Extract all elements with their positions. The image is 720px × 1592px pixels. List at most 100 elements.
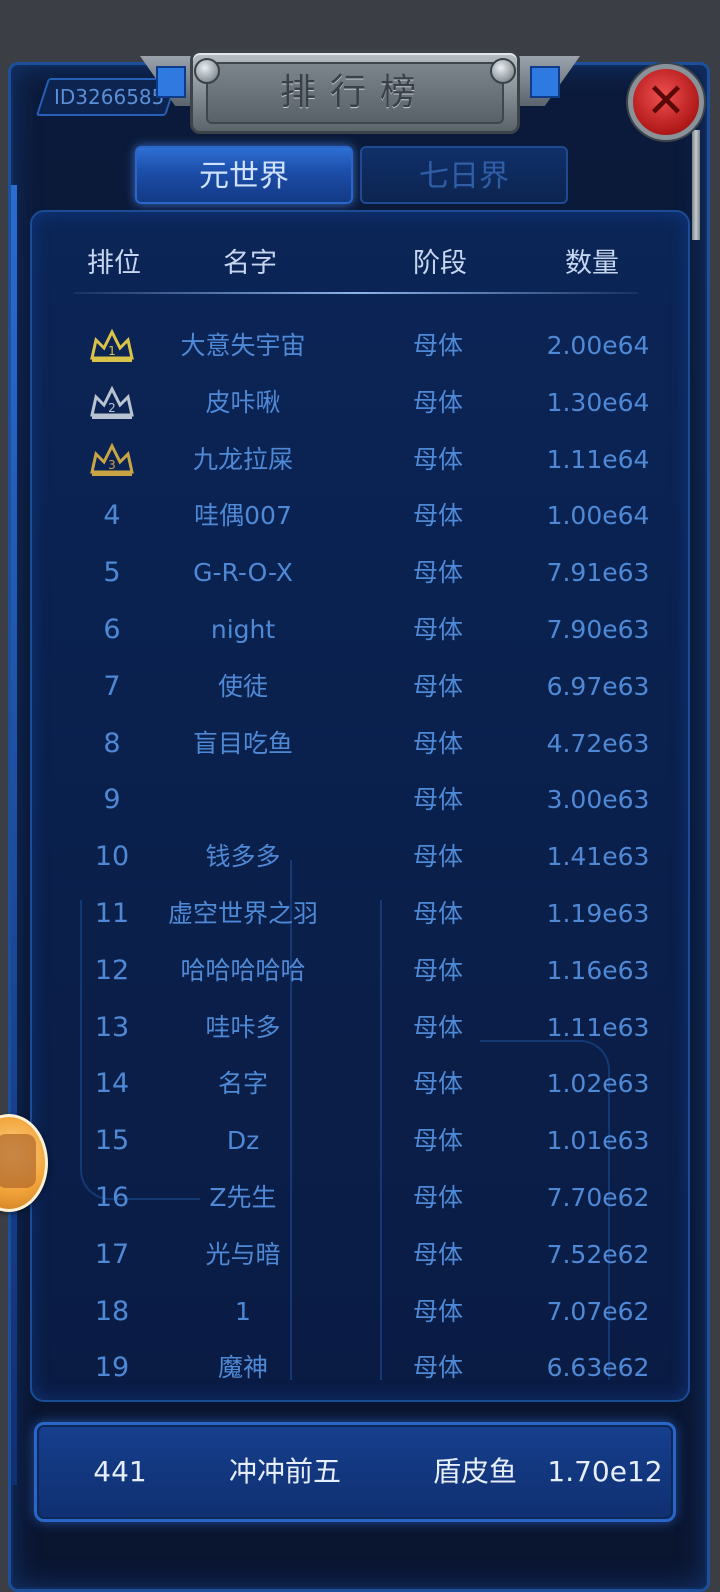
my-rank: 441 — [93, 1455, 147, 1488]
table-row[interactable]: 14 名字 母体 1.02e63 — [60, 1056, 660, 1112]
tab-seven-day-world[interactable]: 七日界 — [360, 146, 568, 204]
page-title: 排行榜 — [279, 72, 430, 113]
row-amount: 6.97e63 — [546, 671, 650, 701]
my-name: 冲冲前五 — [228, 1455, 341, 1488]
row-name: 盲目吃鱼 — [192, 728, 293, 758]
row-stage: 母体 — [412, 558, 463, 588]
row-rank: 4 — [103, 500, 121, 532]
row-stage: 母体 — [412, 1069, 463, 1099]
row-rank: 15 — [94, 1125, 130, 1157]
row-stage: 母体 — [412, 785, 463, 815]
row-stage: 母体 — [412, 955, 463, 985]
row-stage: 母体 — [412, 331, 463, 360]
crown-icon: 1 — [90, 328, 134, 362]
row-amount: 1.01e63 — [546, 1126, 650, 1156]
row-amount: 1.19e63 — [546, 899, 650, 928]
table-row[interactable]: 17 光与暗 母体 7.52e62 — [60, 1227, 660, 1283]
row-amount: 1.00e64 — [546, 501, 650, 531]
table-row[interactable]: 13 哇咔多 母体 1.11e63 — [60, 1000, 660, 1056]
tab-yuan-world[interactable]: 元世界 — [135, 146, 353, 204]
row-rank: 13 — [94, 1011, 130, 1043]
player-id: ID3266585 — [54, 85, 165, 109]
crown-rank-number: 1 — [108, 344, 116, 358]
crown-icon: 3 — [90, 442, 134, 476]
row-rank: 6 — [103, 614, 121, 645]
table-row[interactable]: 5 G-R-O-X 母体 7.91e63 — [60, 545, 660, 601]
close-button-rod — [692, 130, 700, 240]
row-amount: 7.90e63 — [546, 615, 650, 644]
row-name: 名字 — [217, 1069, 268, 1099]
table-row[interactable]: 12 哈哈哈哈哈 母体 1.16e63 — [60, 943, 660, 999]
row-stage: 母体 — [412, 1183, 463, 1212]
row-name: night — [210, 615, 276, 644]
header-amount: 数量 — [565, 248, 619, 279]
row-amount: 4.72e63 — [546, 728, 650, 758]
crown-rank-number: 2 — [108, 401, 116, 415]
table-row[interactable]: 16 Z先生 母体 7.70e62 — [60, 1170, 660, 1226]
row-amount: 1.41e63 — [546, 842, 650, 872]
table-row[interactable]: 18 1 母体 7.07e62 — [60, 1284, 660, 1340]
table-row[interactable]: 19 魔神 母体 6.63e62 — [60, 1340, 660, 1396]
row-name: 大意失宇宙 — [180, 331, 306, 360]
table-row[interactable]: 3 九龙拉屎 母体 1.11e64 — [60, 432, 660, 488]
row-name: G-R-O-X — [193, 558, 293, 588]
table-row[interactable]: 4 哇偶007 母体 1.00e64 — [60, 488, 660, 544]
crown-rank-number: 3 — [108, 458, 116, 472]
table-row[interactable]: 9 母体 3.00e63 — [60, 772, 660, 828]
row-stage: 母体 — [412, 671, 463, 701]
row-stage: 母体 — [412, 387, 463, 417]
table-row[interactable]: 15 Dz 母体 1.01e63 — [60, 1113, 660, 1169]
table-row[interactable]: 1 大意失宇宙 母体 2.00e64 — [60, 318, 660, 374]
row-name: 魔神 — [217, 1353, 268, 1383]
row-name: 哈哈哈哈哈 — [180, 955, 306, 985]
row-stage: 母体 — [412, 1296, 463, 1326]
header-divider — [74, 292, 638, 294]
row-amount: 3.00e63 — [546, 785, 650, 815]
row-rank: 18 — [94, 1295, 130, 1327]
row-stage: 母体 — [412, 728, 463, 758]
table-row[interactable]: 8 盲目吃鱼 母体 4.72e63 — [60, 716, 660, 772]
my-amount: 1.70e12 — [547, 1455, 663, 1488]
row-stage: 母体 — [412, 842, 463, 872]
table-row[interactable]: 2 皮咔啾 母体 1.30e64 — [60, 375, 660, 431]
row-rank: 7 — [103, 670, 121, 702]
row-name: 九龙拉屎 — [192, 444, 293, 474]
row-rank: 9 — [103, 784, 121, 816]
table-row[interactable]: 11 虚空世界之羽 母体 1.19e63 — [60, 886, 660, 942]
row-rank: 19 — [94, 1352, 130, 1384]
row-rank: 16 — [94, 1182, 130, 1213]
row-stage: 母体 — [412, 1239, 463, 1269]
row-rank: 5 — [103, 557, 121, 589]
row-stage: 母体 — [412, 501, 463, 531]
row-amount: 1.11e63 — [546, 1012, 650, 1042]
table-row[interactable]: 7 使徒 母体 6.97e63 — [60, 659, 660, 715]
row-name: 皮咔啾 — [205, 387, 281, 417]
row-amount: 7.07e62 — [546, 1296, 650, 1326]
row-stage: 母体 — [412, 615, 463, 644]
table-row[interactable]: 10 钱多多 母体 1.41e63 — [60, 829, 660, 885]
row-rank: 11 — [94, 898, 130, 929]
row-name: 1 — [235, 1296, 251, 1326]
row-amount: 6.63e62 — [546, 1353, 650, 1383]
header-rank: 排位 — [87, 248, 141, 279]
row-name: 光与暗 — [205, 1239, 281, 1269]
row-stage: 母体 — [412, 444, 463, 474]
row-amount: 1.02e63 — [546, 1069, 650, 1099]
header-name: 名字 — [223, 248, 277, 279]
row-amount: 1.30e64 — [546, 387, 650, 417]
leaderboard-screen: ID3266585 排行榜 ✕ 元世界 七日界 排位 名字 阶段 数量 1 大意失… — [0, 0, 720, 1592]
row-amount: 1.11e64 — [546, 444, 650, 474]
row-amount: 1.16e63 — [546, 955, 650, 985]
close-icon[interactable]: ✕ — [628, 64, 704, 140]
row-name: 钱多多 — [205, 842, 281, 872]
row-name: Dz — [226, 1126, 260, 1156]
row-name: 使徒 — [217, 671, 268, 701]
table-row[interactable]: 6 night 母体 7.90e63 — [60, 602, 660, 658]
title-wing-light-right — [530, 66, 560, 98]
title-wing-light-left — [156, 66, 186, 98]
row-stage: 母体 — [412, 899, 463, 928]
row-rank: 10 — [94, 841, 130, 873]
crown-icon: 2 — [90, 385, 134, 419]
row-amount: 7.91e63 — [546, 558, 650, 588]
row-amount: 7.70e62 — [546, 1183, 650, 1212]
